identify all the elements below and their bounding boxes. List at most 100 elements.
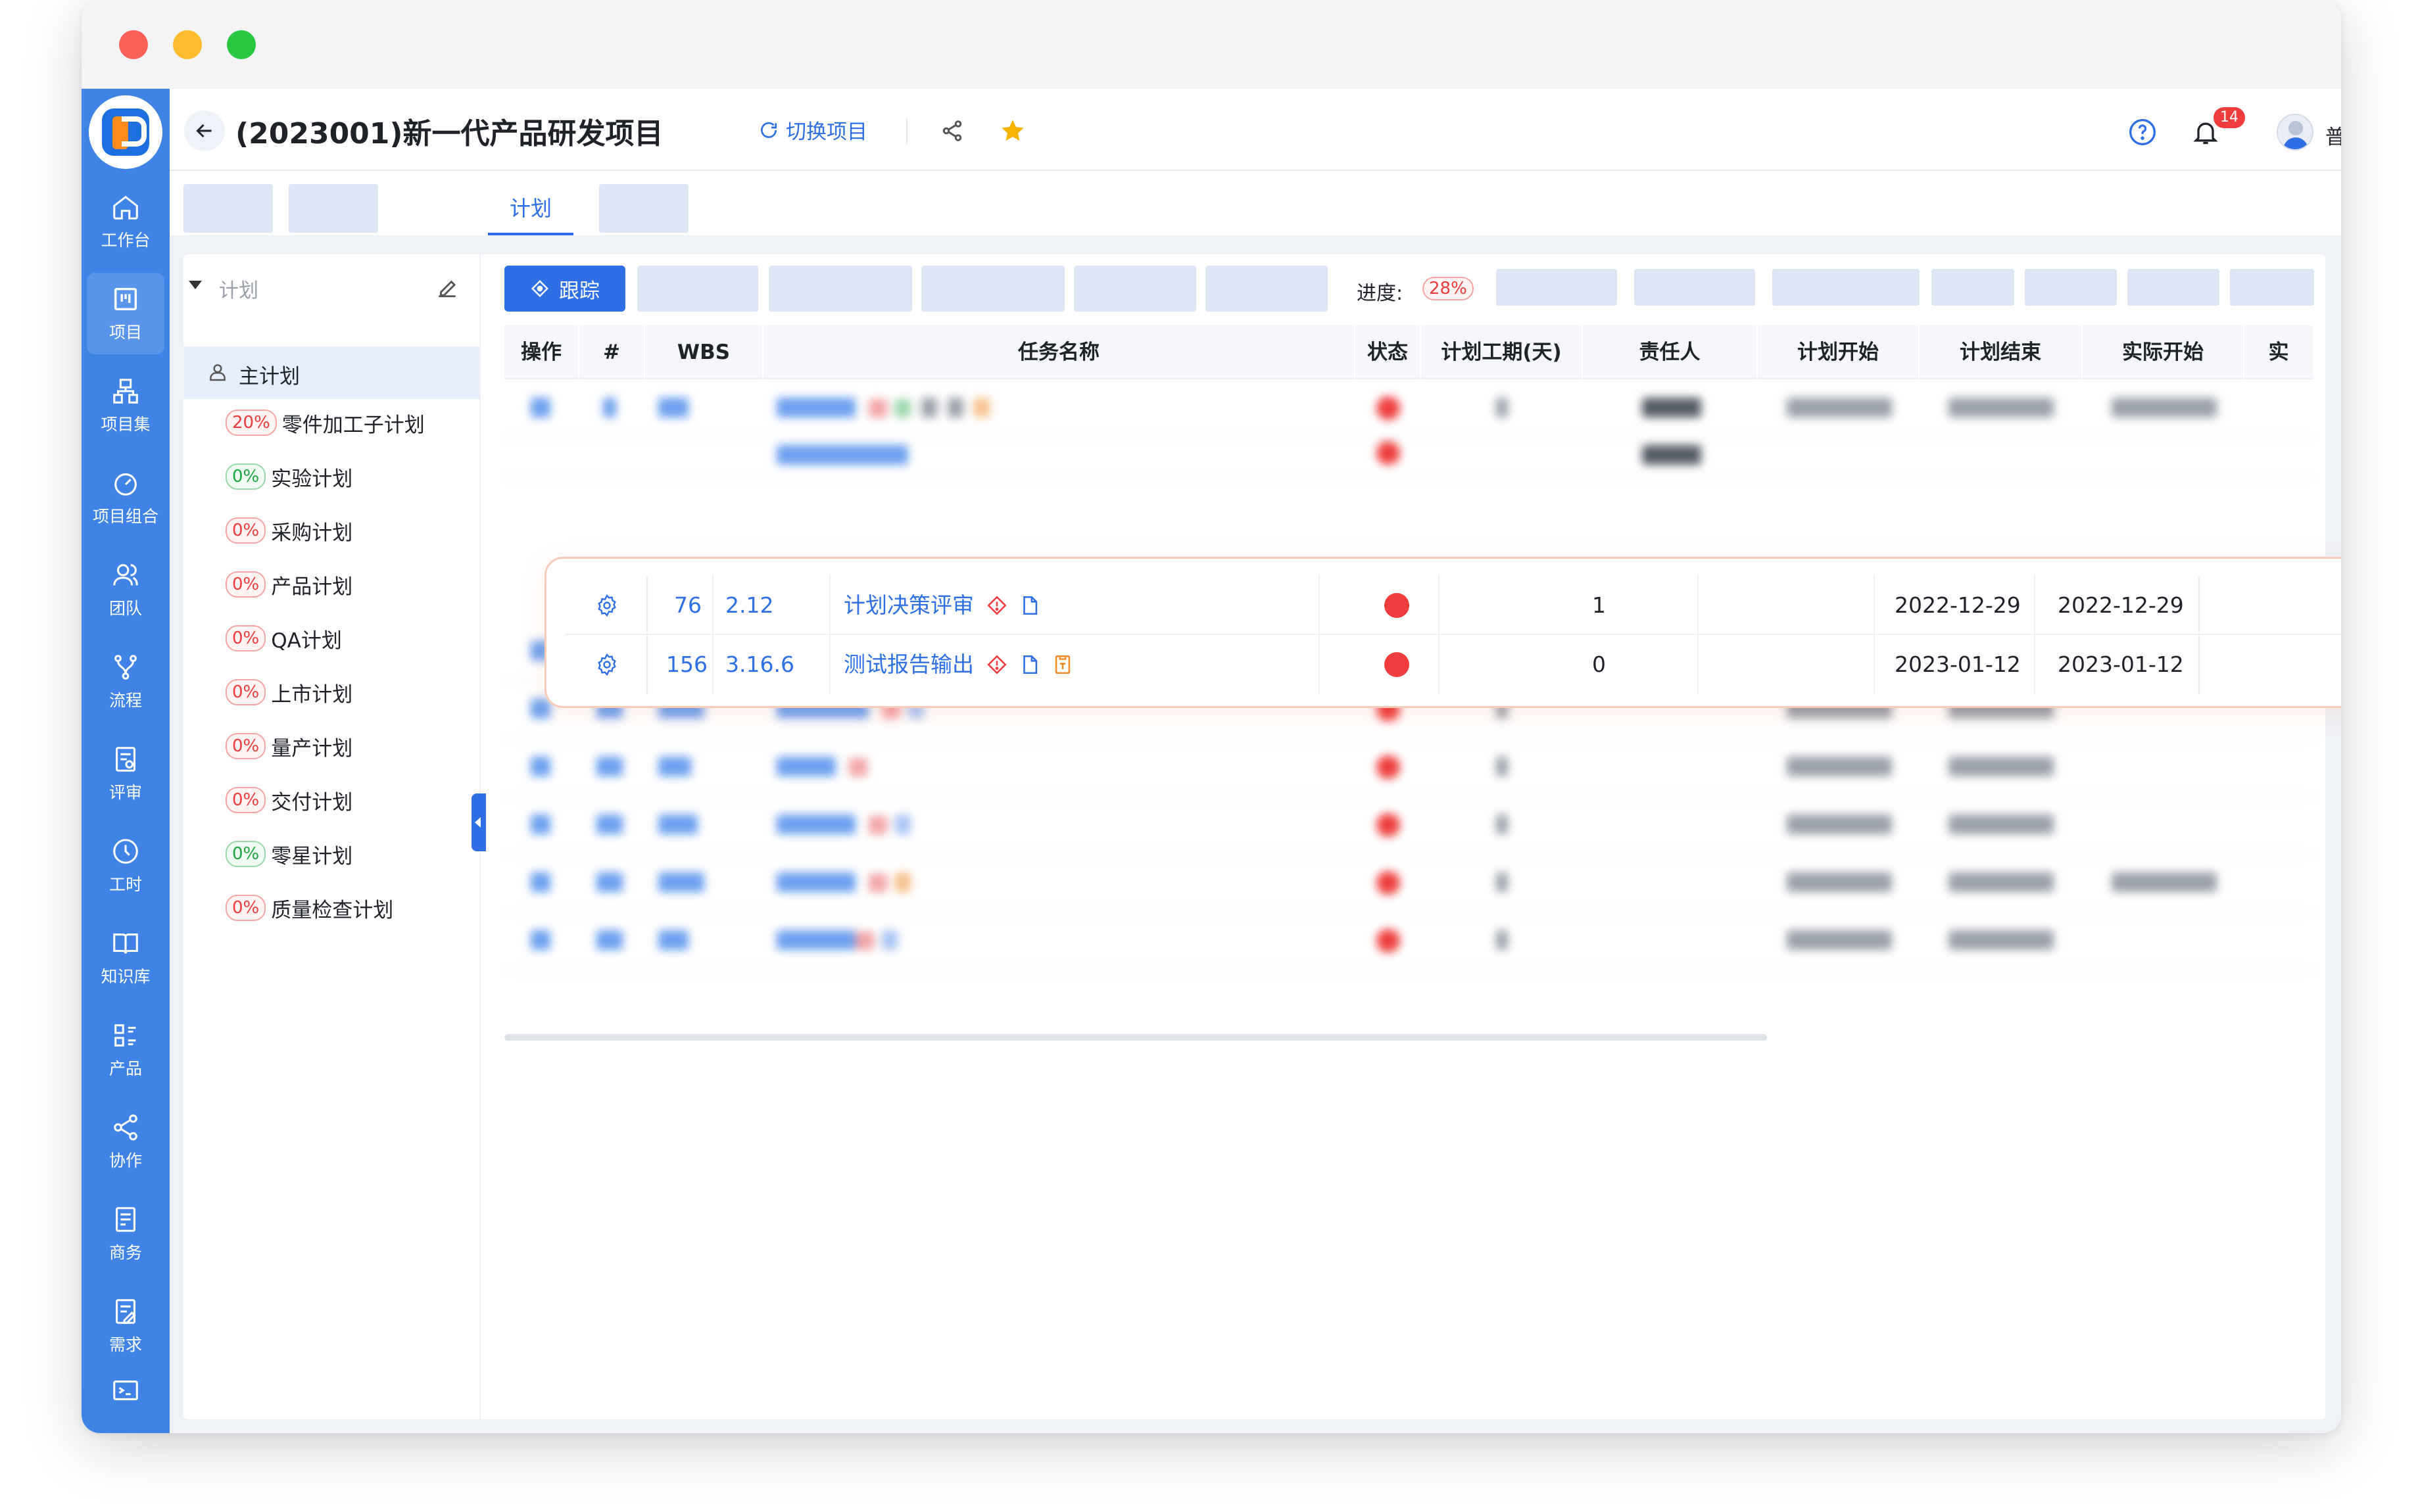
- column-header-task-name[interactable]: 任务名称: [763, 325, 1355, 379]
- nav-item-team[interactable]: 团队: [87, 549, 164, 630]
- tree-item-label: 上市计划: [271, 682, 353, 707]
- row-wbs[interactable]: 3.16.6: [725, 635, 794, 694]
- toolbar-button-placeholder[interactable]: [921, 266, 1065, 312]
- row-id[interactable]: 156: [666, 635, 708, 694]
- column-header-id[interactable]: #: [579, 325, 645, 379]
- back-button[interactable]: [184, 110, 225, 151]
- tree-item-label: 零星计划: [271, 844, 353, 868]
- nav-item-hours[interactable]: 工时: [87, 825, 164, 907]
- tree-item-label: 质量检查计划: [271, 898, 394, 922]
- nav-item-project-set[interactable]: 项目集: [87, 365, 164, 446]
- tree-item[interactable]: 0% 交付计划: [226, 780, 352, 820]
- document-icon[interactable]: [1019, 653, 1041, 676]
- toolbar-button-placeholder[interactable]: [1772, 269, 1920, 306]
- deliverable-icon[interactable]: [1052, 653, 1074, 676]
- status-dot: [1384, 593, 1409, 618]
- tree-item[interactable]: 0% 量产计划: [226, 726, 352, 766]
- row-wbs[interactable]: 2.12: [725, 576, 773, 635]
- tree-item[interactable]: 0% 产品计划: [226, 565, 352, 604]
- toolbar-button-placeholder[interactable]: [2230, 269, 2314, 306]
- progress-badge: 0%: [226, 517, 266, 544]
- milestone-icon[interactable]: [986, 653, 1008, 676]
- nav-item-project[interactable]: 项目: [87, 273, 164, 354]
- progress-badge: 0%: [226, 733, 266, 759]
- home-icon: [113, 195, 138, 220]
- column-header-plan-end[interactable]: 计划结束: [1920, 325, 2083, 379]
- toolbar-button-placeholder[interactable]: [2025, 269, 2117, 306]
- tree-item[interactable]: 20% 零件加工子计划: [226, 403, 425, 442]
- task-name-link[interactable]: 计划决策评审: [844, 576, 974, 635]
- task-name-link[interactable]: 测试报告输出: [844, 635, 974, 694]
- toolbar-button-placeholder[interactable]: [1074, 266, 1196, 312]
- toolbar-button-placeholder[interactable]: [1931, 269, 2014, 306]
- column-header-plan-start[interactable]: 计划开始: [1758, 325, 1920, 379]
- collapse-panel-handle[interactable]: [472, 793, 486, 851]
- tree-item-main-plan[interactable]: 主计划: [183, 346, 479, 399]
- track-button[interactable]: 跟踪: [504, 266, 625, 312]
- switch-project-button[interactable]: 切换项目: [758, 115, 867, 145]
- milestone-icon[interactable]: [986, 594, 1008, 617]
- avatar[interactable]: [2277, 114, 2313, 151]
- row-plan-start: 2022-12-29: [1895, 592, 2021, 618]
- tab-placeholder[interactable]: [289, 184, 378, 233]
- nav-item-portfolio[interactable]: 项目组合: [87, 457, 164, 538]
- tree-item-label: 主计划: [239, 365, 300, 389]
- nav-item-review[interactable]: 评审: [87, 733, 164, 815]
- app-logo[interactable]: [89, 95, 162, 169]
- nav-item-flow[interactable]: 流程: [87, 641, 164, 722]
- star-icon[interactable]: [1000, 118, 1026, 144]
- tree-item[interactable]: 0% 采购计划: [226, 511, 352, 550]
- gear-icon[interactable]: [595, 653, 619, 676]
- toolbar-button-placeholder[interactable]: [637, 266, 758, 312]
- column-header-duration[interactable]: 计划工期(天): [1421, 325, 1583, 379]
- tree-item[interactable]: 0% 上市计划: [226, 673, 352, 712]
- caret-down-icon[interactable]: [189, 281, 202, 289]
- column-header-wbs[interactable]: WBS: [645, 325, 763, 379]
- tab-plan[interactable]: 计划: [488, 185, 573, 235]
- nav-item-business[interactable]: 商务: [87, 1193, 164, 1275]
- horizontal-scrollbar[interactable]: [504, 1034, 1767, 1041]
- column-header-action[interactable]: 操作: [504, 325, 579, 379]
- document-icon[interactable]: [1019, 594, 1041, 617]
- toolbar-button-placeholder[interactable]: [1496, 269, 1617, 306]
- tree-item-label: 实验计划: [271, 467, 353, 491]
- tree-item[interactable]: 0% QA计划: [226, 619, 342, 658]
- project-board-icon: [114, 287, 137, 311]
- toolbar-button-placeholder[interactable]: [1634, 269, 1755, 306]
- share-icon[interactable]: [940, 119, 964, 143]
- nav-item-collaboration[interactable]: 协作: [87, 1101, 164, 1183]
- close-window-button[interactable]: [119, 30, 148, 59]
- toolbar-button-placeholder[interactable]: [1205, 266, 1328, 312]
- minimize-window-button[interactable]: [173, 30, 202, 59]
- tree-item[interactable]: 0% 实验计划: [226, 457, 352, 496]
- nav-item-label: 需求: [109, 1335, 142, 1354]
- column-header-owner[interactable]: 责任人: [1583, 325, 1758, 379]
- nav-item-product[interactable]: 产品: [87, 1009, 164, 1091]
- tab-placeholder[interactable]: [183, 184, 273, 233]
- help-icon[interactable]: [2128, 118, 2157, 147]
- column-divider: [1438, 635, 1440, 694]
- row-duration: 0: [1592, 651, 1606, 677]
- nav-item-requirement[interactable]: 需求: [87, 1285, 164, 1367]
- row-id[interactable]: 76: [674, 576, 702, 635]
- column-header-actual-start[interactable]: 实际开始: [2083, 325, 2244, 379]
- toolbar-button-placeholder[interactable]: [2127, 269, 2219, 306]
- table-row: [504, 913, 2314, 971]
- gear-icon[interactable]: [595, 594, 619, 617]
- tree-item[interactable]: 0% 质量检查计划: [226, 888, 393, 928]
- table-row[interactable]: 76 2.12 计划决策评审 1 2022-12-29 2022-12-29: [565, 576, 2341, 635]
- tree-item[interactable]: 0% 零星计划: [226, 834, 352, 874]
- nav-item-knowledge[interactable]: 知识库: [87, 917, 164, 999]
- column-header-actual-truncated[interactable]: 实: [2244, 325, 2314, 379]
- column-header-status[interactable]: 状态: [1355, 325, 1421, 379]
- nav-item-label: 协作: [109, 1151, 142, 1170]
- table-row[interactable]: 156 3.16.6 测试报告输出 0 2023-01-12 2023-01-1…: [565, 635, 2341, 694]
- toolbar-button-placeholder[interactable]: [769, 266, 912, 312]
- edit-icon[interactable]: [435, 275, 460, 300]
- nav-item-terminal[interactable]: [87, 1364, 164, 1417]
- maximize-window-button[interactable]: [227, 30, 256, 59]
- refresh-icon: [761, 122, 777, 138]
- user-name[interactable]: 普明: [2325, 120, 2341, 150]
- nav-item-workbench[interactable]: 工作台: [87, 181, 164, 262]
- tab-placeholder[interactable]: [599, 184, 689, 233]
